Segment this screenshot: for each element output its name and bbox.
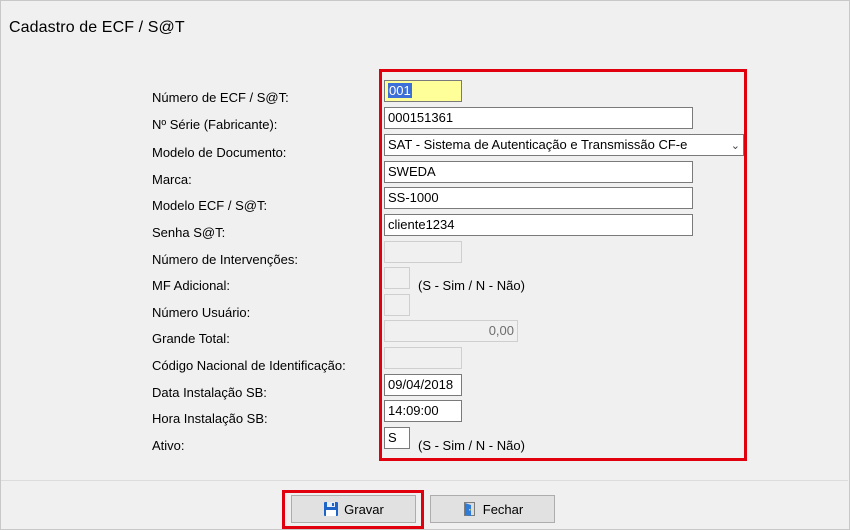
serie-label: Nº Série (Fabricante): xyxy=(152,117,278,132)
serie-field[interactable]: 000151361 xyxy=(384,107,693,129)
data-label: Data Instalação SB: xyxy=(152,385,267,400)
modelo-doc-value: SAT - Sistema de Autenticação e Transmis… xyxy=(388,137,688,152)
numero-field[interactable]: 001 xyxy=(384,80,462,102)
ativo-note: (S - Sim / N - Não) xyxy=(418,438,525,453)
ativo-field[interactable]: S xyxy=(384,427,410,449)
save-button-label: Gravar xyxy=(344,501,384,517)
close-button-label: Fechar xyxy=(482,501,524,517)
numero-value: 001 xyxy=(388,83,412,98)
usuario-field xyxy=(384,294,410,316)
modelo-doc-label: Modelo de Documento: xyxy=(152,145,287,160)
hora-label: Hora Instalação SB: xyxy=(152,411,268,426)
modelo-doc-select[interactable]: SAT - Sistema de Autenticação e Transmis… xyxy=(384,134,744,156)
footer-divider xyxy=(1,480,848,481)
hora-field[interactable]: 14:09:00 xyxy=(384,400,462,422)
data-field[interactable]: 09/04/2018 xyxy=(384,374,462,396)
save-button[interactable]: Gravar xyxy=(291,495,416,523)
codigo-label: Código Nacional de Identificação: xyxy=(152,358,346,373)
usuario-label: Número Usuário: xyxy=(152,305,251,320)
intervencoes-field xyxy=(384,241,462,263)
mf-label: MF Adicional: xyxy=(152,278,231,293)
modelo-ecf-field[interactable]: SS-1000 xyxy=(384,187,693,209)
close-button[interactable]: Fechar xyxy=(430,495,555,523)
senha-label: Senha S@T: xyxy=(152,225,226,240)
mf-field xyxy=(384,267,410,289)
ativo-label: Ativo: xyxy=(152,438,185,453)
grande-total-field: 0,00 xyxy=(384,320,518,342)
codigo-field xyxy=(384,347,462,369)
modelo-ecf-label: Modelo ECF / S@T: xyxy=(152,198,268,213)
numero-label: Número de ECF / S@T: xyxy=(152,90,289,105)
door-exit-icon xyxy=(462,501,478,517)
chevron-down-icon: ⌄ xyxy=(730,140,740,152)
mf-note: (S - Sim / N - Não) xyxy=(418,278,525,293)
marca-label: Marca: xyxy=(152,172,192,187)
senha-field[interactable]: cliente1234 xyxy=(384,214,693,236)
intervencoes-label: Número de Intervenções: xyxy=(152,252,298,267)
page-title: Cadastro de ECF / S@T xyxy=(9,19,185,36)
floppy-disk-icon xyxy=(323,501,339,517)
grande-total-label: Grande Total: xyxy=(152,331,230,346)
marca-field[interactable]: SWEDA xyxy=(384,161,693,183)
